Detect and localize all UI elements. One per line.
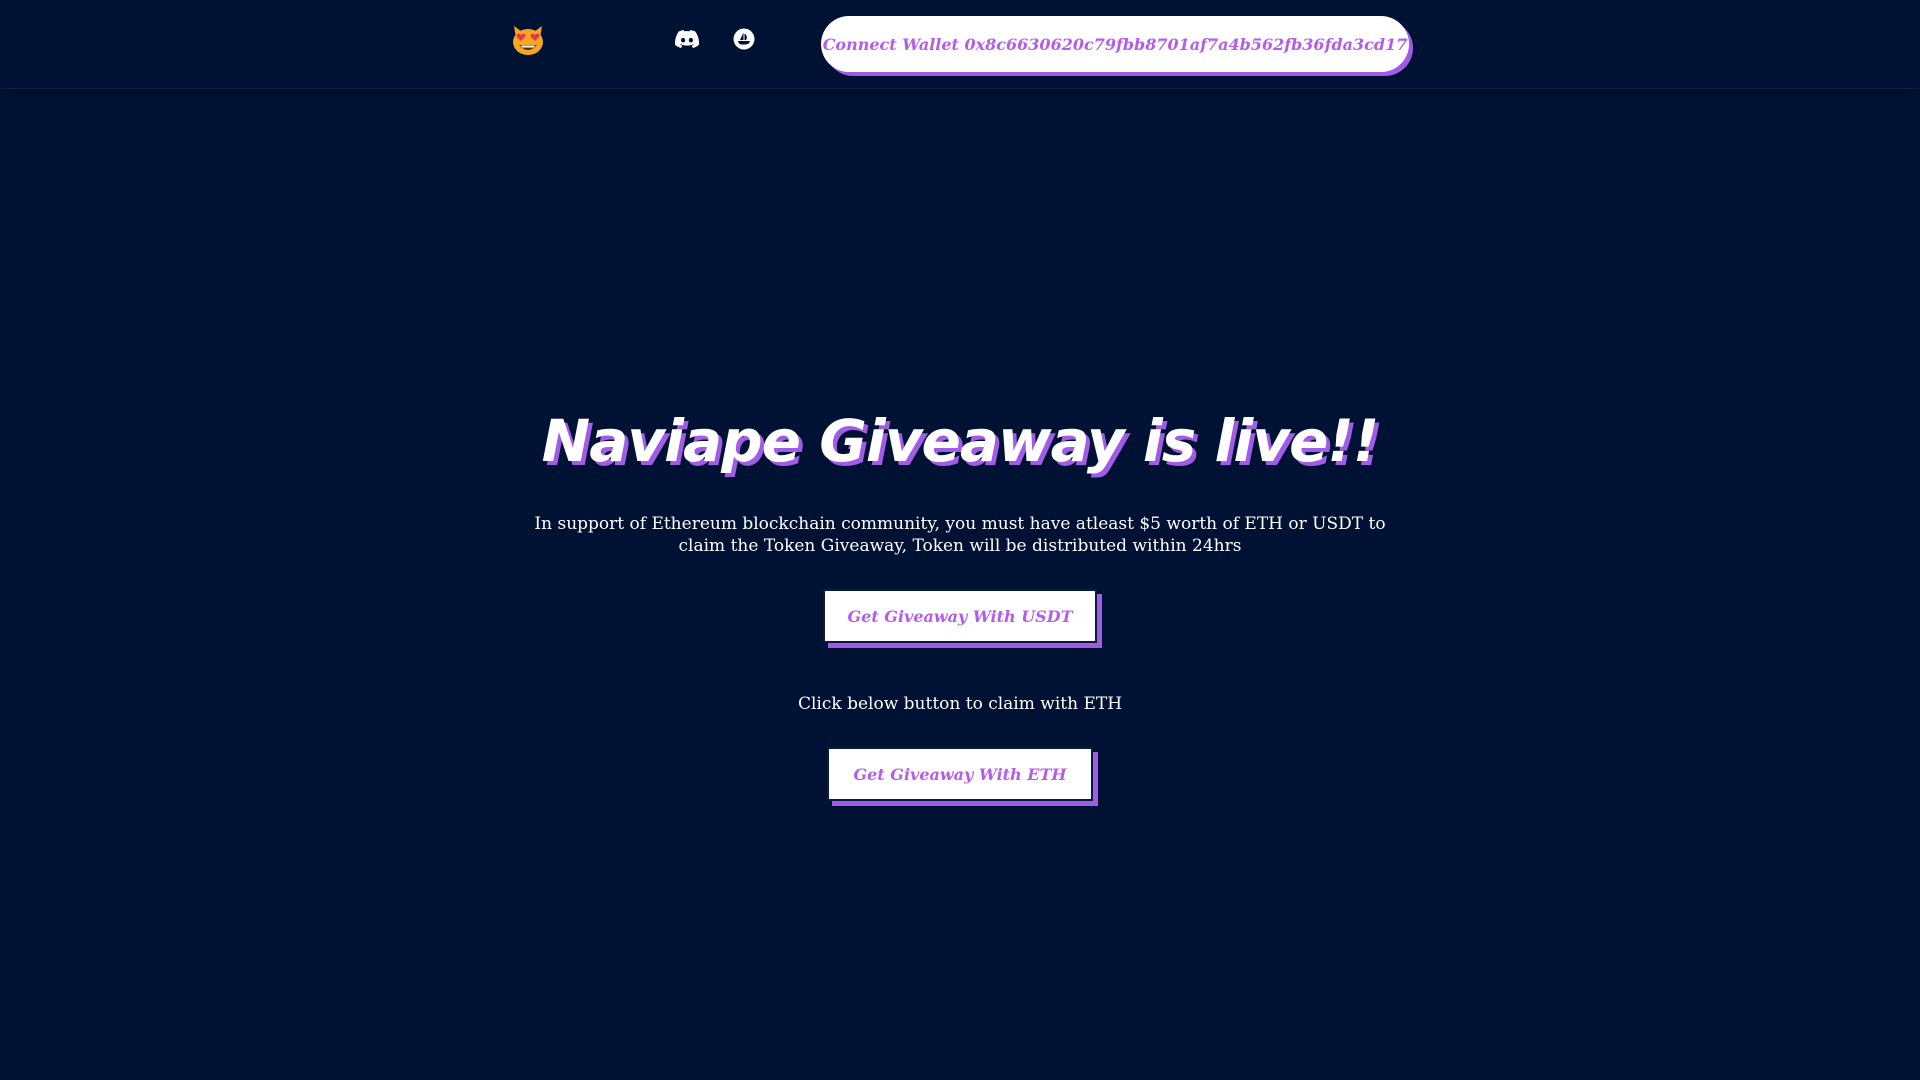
get-giveaway-usdt-button[interactable]: Get Giveaway With USDT	[823, 589, 1097, 643]
discord-icon	[675, 30, 700, 52]
discord-link[interactable]	[673, 27, 701, 55]
connect-wallet-button[interactable]: Connect Wallet 0x8c6630620c79fbb8701af7a…	[821, 16, 1409, 72]
opensea-icon	[733, 28, 755, 54]
get-giveaway-eth-button[interactable]: Get Giveaway With ETH	[827, 747, 1093, 801]
heart-eyes-cat-logo-icon[interactable]	[510, 22, 546, 58]
opensea-link[interactable]	[730, 27, 758, 55]
hero-description: In support of Ethereum blockchain commun…	[534, 514, 1386, 556]
top-navigation-bar: Connect Wallet 0x8c6630620c79fbb8701af7a…	[0, 0, 1920, 89]
eth-claim-instruction: Click below button to claim with ETH	[797, 694, 1123, 714]
hero-title: Naviape Giveaway is live!!	[541, 407, 1380, 475]
